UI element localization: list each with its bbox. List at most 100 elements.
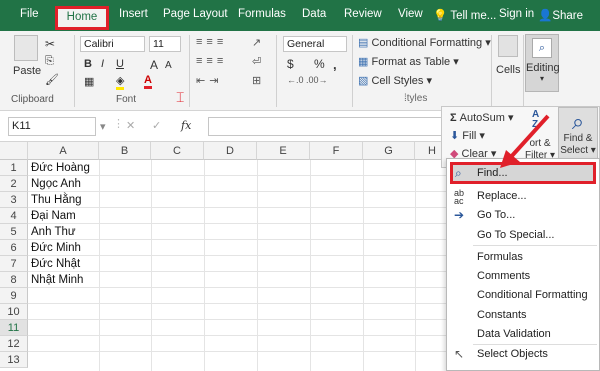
column-header[interactable]: B <box>99 142 151 160</box>
column-header[interactable]: E <box>257 142 310 160</box>
conditional-formatting-button[interactable]: ▤ Conditional Formatting ▾ <box>358 36 491 49</box>
cell-a2[interactable]: Ngọc Anh <box>31 176 81 192</box>
menu-item-comments[interactable]: Comments <box>477 270 530 282</box>
tab-insert[interactable]: Insert <box>119 8 148 20</box>
fill-color-icon[interactable]: ◈ <box>116 74 125 90</box>
tab-view[interactable]: View <box>398 8 423 20</box>
row-header[interactable]: 13 <box>0 352 28 368</box>
grid-line <box>28 255 450 256</box>
indent-icons[interactable]: ⇤⇥ <box>196 74 222 87</box>
wrap-text-icon[interactable]: ⏎ <box>252 55 261 68</box>
menu-item-constants[interactable]: Constants <box>477 309 527 321</box>
row-header[interactable]: 6 <box>0 240 28 256</box>
merge-center-icon[interactable]: ⊞ <box>252 74 261 87</box>
horizontal-align-icons[interactable]: ≡≡≡ <box>196 55 227 67</box>
currency-button[interactable]: $ <box>287 57 294 71</box>
cell-a1[interactable]: Đức Hoàng <box>31 160 90 176</box>
cell-a7[interactable]: Đức Nhật <box>31 256 80 272</box>
row-header[interactable]: 12 <box>0 336 28 352</box>
cell-a4[interactable]: Đại Nam <box>31 208 76 224</box>
font-color-icon[interactable]: A <box>144 74 152 89</box>
copy-icon[interactable]: ⎘ <box>45 55 54 68</box>
cancel-icon[interactable]: ✕ <box>126 119 135 132</box>
lightbulb-icon: 💡 <box>433 10 448 22</box>
confirm-icon[interactable]: ✓ <box>152 119 161 132</box>
orientation-icon[interactable]: ↗ <box>252 36 261 49</box>
menu-item-formulas[interactable]: Formulas <box>477 251 523 263</box>
row-header[interactable]: 10 <box>0 304 28 320</box>
spreadsheet-grid[interactable]: A B C D E F G H 1 2 3 4 5 6 7 8 9 10 11 … <box>0 142 450 371</box>
editing-button[interactable]: ⌕ Editing ▾ <box>525 34 560 92</box>
column-header[interactable]: A <box>28 142 99 160</box>
format-painter-cursor-icon: ⌶ <box>176 89 185 105</box>
cells-icon[interactable] <box>498 35 518 57</box>
cut-icon[interactable]: ✂ <box>45 37 55 51</box>
divider <box>491 35 492 107</box>
decimal-buttons[interactable]: ←.0 .00→ <box>287 75 328 85</box>
percent-button[interactable]: % <box>314 57 325 71</box>
number-format-select[interactable]: General <box>283 36 347 52</box>
row-header-active[interactable]: 11 <box>0 320 28 336</box>
cell-a8[interactable]: Nhật Minh <box>31 272 83 288</box>
menu-item-conditional-formatting[interactable]: Conditional Formatting <box>477 289 588 301</box>
divider <box>189 35 190 107</box>
bold-button[interactable]: B <box>84 58 92 70</box>
grid-line <box>28 335 450 336</box>
font-size-select[interactable]: 11 <box>149 36 181 52</box>
row-header[interactable]: 9 <box>0 288 28 304</box>
tell-me-box[interactable]: 💡 Tell me... <box>433 8 496 22</box>
format-as-table-button[interactable]: ▦ Format as Table ▾ <box>358 55 459 68</box>
name-box[interactable]: K11 <box>8 117 96 136</box>
tab-home[interactable]: Home <box>55 6 109 30</box>
paste-icon[interactable] <box>14 35 38 61</box>
name-box-dropdown-icon[interactable]: ▾ <box>100 120 106 133</box>
sigma-icon: Σ <box>450 112 457 124</box>
row-header[interactable]: 7 <box>0 256 28 272</box>
menu-item-data-validation[interactable]: Data Validation <box>477 328 551 340</box>
grow-font-icon[interactable]: A <box>150 58 158 72</box>
tab-file[interactable]: File <box>20 8 39 20</box>
cell-a3[interactable]: Thu Hằng <box>31 192 82 208</box>
menu-item-go-to-special[interactable]: Go To Special... <box>477 229 554 241</box>
select-all-corner[interactable] <box>0 142 28 160</box>
grid-line <box>28 191 450 192</box>
row-header[interactable]: 1 <box>0 160 28 176</box>
share-button[interactable]: 👤Share <box>538 8 583 22</box>
tab-page-layout[interactable]: Page Layout <box>163 8 228 20</box>
cell-styles-button[interactable]: ▧ Cell Styles ▾ <box>358 74 432 87</box>
borders-icon[interactable]: ▦ <box>84 75 94 88</box>
vertical-align-icons[interactable]: ≡≡≡ <box>196 36 227 48</box>
insert-function-button[interactable]: fx <box>181 119 191 132</box>
sign-in-link[interactable]: Sign in <box>499 8 534 20</box>
grid-line <box>28 271 450 272</box>
paste-button[interactable]: Paste <box>13 65 41 77</box>
column-header[interactable]: D <box>204 142 257 160</box>
column-header[interactable]: C <box>151 142 204 160</box>
comma-button[interactable]: , <box>333 57 337 72</box>
format-painter-icon[interactable]: 🖌 <box>45 73 59 86</box>
italic-button[interactable]: I <box>101 58 104 70</box>
row-header[interactable]: 4 <box>0 208 28 224</box>
row-header[interactable]: 2 <box>0 176 28 192</box>
row-header[interactable]: 5 <box>0 224 28 240</box>
menu-item-select-objects[interactable]: Select Objects <box>477 348 548 360</box>
arrow-right-icon: ➔ <box>454 208 465 222</box>
column-header[interactable]: G <box>363 142 415 160</box>
fill-button[interactable]: ⬇ Fill ▾ <box>450 129 485 142</box>
row-header[interactable]: 8 <box>0 272 28 288</box>
menu-item-replace[interactable]: Replace... <box>477 190 527 202</box>
tab-formulas[interactable]: Formulas <box>238 8 286 20</box>
cells-button[interactable]: Cells <box>496 64 520 76</box>
shrink-font-icon[interactable]: A <box>165 60 172 71</box>
menu-item-go-to[interactable]: Go To... <box>477 209 515 221</box>
font-name-select[interactable]: Calibri <box>80 36 145 52</box>
cell-a5[interactable]: Anh Thư <box>31 224 76 240</box>
underline-button[interactable]: U <box>116 58 124 70</box>
cell-a6[interactable]: Đức Minh <box>31 240 81 256</box>
formula-input[interactable] <box>208 117 444 136</box>
tab-review[interactable]: Review <box>344 8 382 20</box>
person-icon: 👤 <box>538 10 553 22</box>
column-header[interactable]: F <box>310 142 363 160</box>
row-header[interactable]: 3 <box>0 192 28 208</box>
tab-data[interactable]: Data <box>302 8 326 20</box>
